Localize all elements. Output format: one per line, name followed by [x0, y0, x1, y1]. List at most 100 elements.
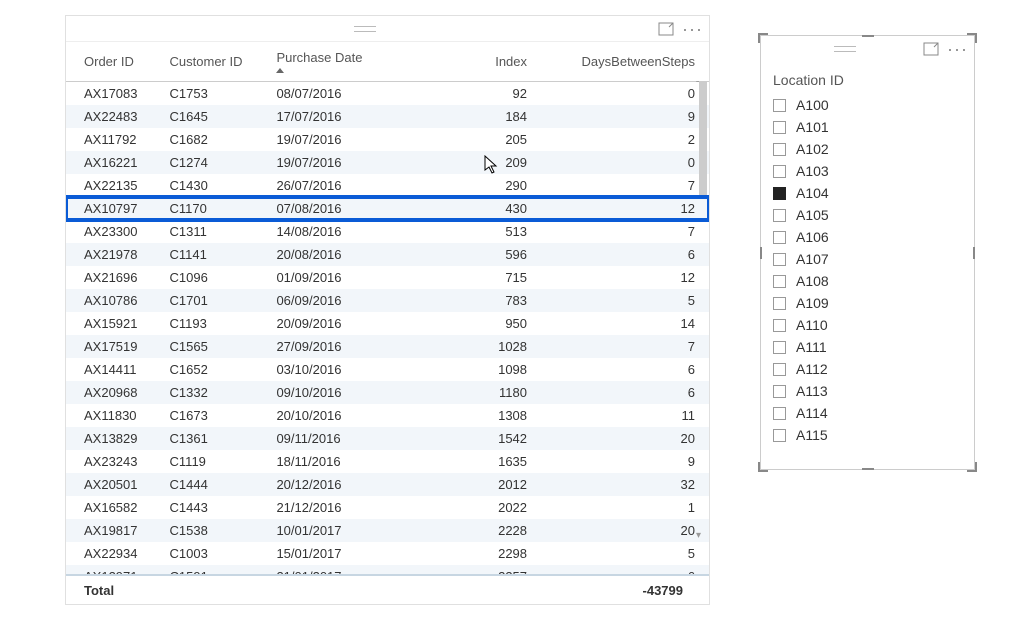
- cell-customer-id: C1682: [164, 128, 271, 151]
- checkbox-icon[interactable]: [773, 165, 786, 178]
- resize-handle-t[interactable]: [862, 35, 874, 37]
- cell-customer-id: C1753: [164, 82, 271, 106]
- col-header-index[interactable]: Index: [403, 42, 541, 82]
- slicer-item[interactable]: A100: [769, 94, 966, 116]
- slicer-item[interactable]: A114: [769, 402, 966, 424]
- checkbox-icon[interactable]: [773, 209, 786, 222]
- checkbox-icon[interactable]: [773, 319, 786, 332]
- cell-index: 205: [403, 128, 541, 151]
- slicer-item[interactable]: A113: [769, 380, 966, 402]
- table-row[interactable]: AX15921C119320/09/201695014: [66, 312, 709, 335]
- slicer-item[interactable]: A111: [769, 336, 966, 358]
- table-row[interactable]: AX21696C109601/09/201671512: [66, 266, 709, 289]
- checkbox-icon[interactable]: [773, 363, 786, 376]
- table-row[interactable]: AX11792C168219/07/20162052: [66, 128, 709, 151]
- col-header-order-id[interactable]: Order ID: [66, 42, 164, 82]
- cell-purchase-date: 01/09/2016: [270, 266, 402, 289]
- cell-index: 430: [403, 197, 541, 220]
- table-body: ▴ ▾ Order ID Customer ID Purchase Date I…: [66, 42, 709, 574]
- cell-purchase-date: 15/01/2017: [270, 542, 402, 565]
- table-row[interactable]: AX23300C131114/08/20165137: [66, 220, 709, 243]
- cell-index: 290: [403, 174, 541, 197]
- checkbox-icon[interactable]: [773, 121, 786, 134]
- slicer-item[interactable]: A101: [769, 116, 966, 138]
- table-row[interactable]: AX22934C100315/01/201722985: [66, 542, 709, 565]
- table-row[interactable]: AX16582C144321/12/201620221: [66, 496, 709, 519]
- cell-order-id: AX21978: [66, 243, 164, 266]
- table-row[interactable]: AX22135C143026/07/20162907: [66, 174, 709, 197]
- cell-index: 2022: [403, 496, 541, 519]
- cell-index: 209: [403, 151, 541, 174]
- drag-grip-icon[interactable]: [72, 26, 658, 32]
- slicer-visual[interactable]: ··· Location ID A100A101A102A103A104A105…: [760, 35, 975, 470]
- slicer-item[interactable]: A108: [769, 270, 966, 292]
- col-header-customer-id[interactable]: Customer ID: [164, 42, 271, 82]
- slicer-item[interactable]: A112: [769, 358, 966, 380]
- scrollbar-track[interactable]: [699, 72, 707, 570]
- col-header-days-between[interactable]: DaysBetweenSteps: [541, 42, 709, 82]
- table-row[interactable]: AX16221C127419/07/20162090: [66, 151, 709, 174]
- slicer-item[interactable]: A106: [769, 226, 966, 248]
- drag-grip-icon[interactable]: [767, 46, 923, 52]
- checkbox-icon[interactable]: [773, 143, 786, 156]
- more-options-icon[interactable]: ···: [947, 44, 968, 54]
- checkbox-icon[interactable]: [773, 275, 786, 288]
- slicer-item[interactable]: A109: [769, 292, 966, 314]
- cell-days-between: 6: [541, 358, 709, 381]
- cell-customer-id: C1673: [164, 404, 271, 427]
- cell-days-between: 5: [541, 289, 709, 312]
- scroll-down-icon[interactable]: ▾: [696, 530, 706, 540]
- slicer-body: A100A101A102A103A104 A105 A106A107A108A109…: [761, 94, 974, 465]
- cell-order-id: AX17519: [66, 335, 164, 358]
- cell-purchase-date: 21/01/2017: [270, 565, 402, 574]
- cell-days-between: 12: [541, 266, 709, 289]
- table-row[interactable]: AX23243C111918/11/201616359: [66, 450, 709, 473]
- checkbox-icon[interactable]: [773, 429, 786, 442]
- checkbox-icon[interactable]: [773, 297, 786, 310]
- cell-days-between: 9: [541, 450, 709, 473]
- more-options-icon[interactable]: ···: [682, 24, 703, 34]
- table-row[interactable]: AX19817C153810/01/2017222820: [66, 519, 709, 542]
- table-row[interactable]: AX10786C170106/09/20167835: [66, 289, 709, 312]
- table-row[interactable]: AX21978C114120/08/20165966: [66, 243, 709, 266]
- table-row[interactable]: AX20968C133209/10/201611806: [66, 381, 709, 404]
- cell-order-id: AX23243: [66, 450, 164, 473]
- focus-mode-icon[interactable]: [923, 42, 939, 56]
- slicer-item[interactable]: A104: [769, 182, 966, 204]
- table-row[interactable]: AX12971C159121/01/201723576: [66, 565, 709, 574]
- cell-customer-id: C1645: [164, 105, 271, 128]
- table-row[interactable]: AX20501C144420/12/2016201232: [66, 473, 709, 496]
- slicer-item[interactable]: A115: [769, 424, 966, 446]
- checkbox-icon[interactable]: [773, 187, 786, 200]
- slicer-item[interactable]: A107: [769, 248, 966, 270]
- cell-order-id: AX17083: [66, 82, 164, 106]
- checkbox-icon[interactable]: [773, 407, 786, 420]
- slicer-item-label: A105: [796, 207, 829, 223]
- cell-days-between: 6: [541, 565, 709, 574]
- table-row[interactable]: AX17519C156527/09/201610287: [66, 335, 709, 358]
- table-row[interactable]: AX13829C136109/11/2016154220: [66, 427, 709, 450]
- cell-order-id: AX16582: [66, 496, 164, 519]
- resize-handle-b[interactable]: [862, 468, 874, 470]
- checkbox-icon[interactable]: [773, 253, 786, 266]
- slicer-item[interactable]: A105: [769, 204, 966, 226]
- slicer-item[interactable]: A102: [769, 138, 966, 160]
- col-header-purchase-date[interactable]: Purchase Date: [270, 42, 402, 82]
- checkbox-icon[interactable]: [773, 231, 786, 244]
- table-row[interactable]: AX22483C164517/07/20161849: [66, 105, 709, 128]
- resize-handle-tr[interactable]: [965, 33, 977, 45]
- focus-mode-icon[interactable]: [658, 22, 674, 36]
- cell-customer-id: C1193: [164, 312, 271, 335]
- checkbox-icon[interactable]: [773, 99, 786, 112]
- checkbox-icon[interactable]: [773, 341, 786, 354]
- slicer-item-label: A111: [796, 339, 827, 355]
- checkbox-icon[interactable]: [773, 385, 786, 398]
- table-row[interactable]: AX17083C175308/07/2016920: [66, 82, 709, 106]
- table-row[interactable]: AX11830C167320/10/2016130811: [66, 404, 709, 427]
- slicer-item[interactable]: A110: [769, 314, 966, 336]
- table-row[interactable]: AX14411C165203/10/201610986: [66, 358, 709, 381]
- table-row[interactable]: AX10797C117007/08/201643012: [66, 197, 709, 220]
- slicer-item[interactable]: A103: [769, 160, 966, 182]
- cell-order-id: AX21696: [66, 266, 164, 289]
- resize-handle-tl[interactable]: [758, 33, 770, 45]
